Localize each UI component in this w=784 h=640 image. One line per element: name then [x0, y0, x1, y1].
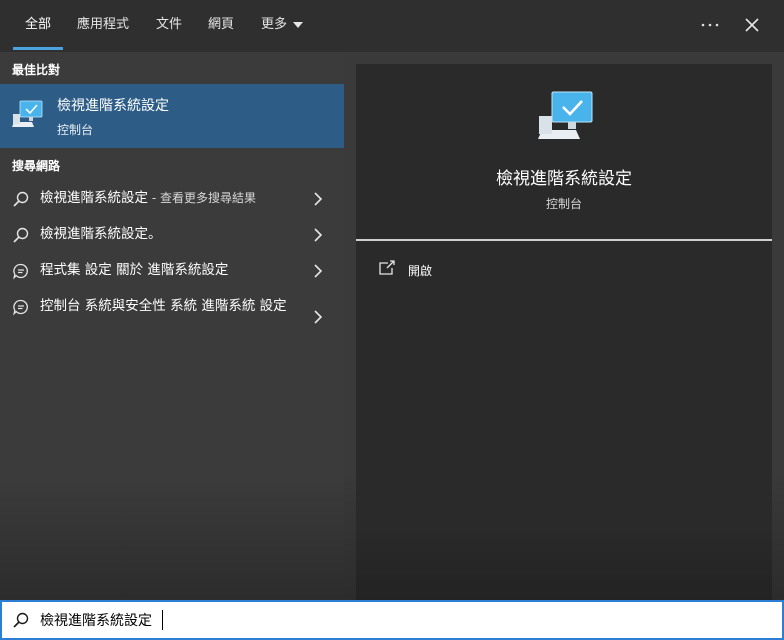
active-tab-indicator [13, 47, 63, 50]
chevron-down-icon [293, 21, 303, 28]
tab-more[interactable]: 更多 [254, 0, 310, 50]
preview-title: 檢視進階系統設定 [496, 169, 632, 189]
search-icon [13, 612, 29, 628]
tab-all-label: 全部 [24, 17, 51, 32]
tab-documents-label: 文件 [155, 17, 182, 32]
tab-bar: 全部 應用程式 文件 網頁 更多 [0, 0, 784, 52]
open-external-icon [379, 260, 395, 275]
tab-documents[interactable]: 文件 [150, 0, 188, 50]
text-cursor [162, 610, 163, 630]
preview-divider [356, 239, 772, 241]
web-result-1-suffix: - 查看更多搜尋結果 [148, 191, 256, 205]
web-result-3[interactable]: 程式集 設定 關於 進階系統設定 [0, 258, 344, 294]
preview-panel: 檢視進階系統設定 控制台 開啟 [356, 64, 772, 600]
best-match-subtitle: 控制台 [57, 123, 94, 137]
search-icon [13, 191, 29, 207]
tab-more-label: 更多 [260, 17, 287, 32]
web-search-heading: 搜尋網路 [12, 159, 61, 173]
chevron-right-icon [314, 264, 323, 278]
web-result-2[interactable]: 檢視進階系統設定。 [0, 222, 344, 258]
chat-bubble-icon [13, 263, 28, 280]
computer-settings-icon [538, 91, 593, 139]
web-result-3-text: 程式集 設定 關於 進階系統設定 [40, 262, 229, 278]
preview-subtitle: 控制台 [545, 197, 582, 211]
best-match-item[interactable]: 檢視進階系統設定 控制台 [0, 84, 344, 148]
more-options-button[interactable] [693, 8, 727, 42]
open-action-label: 開啟 [408, 264, 433, 278]
search-window: 全部 應用程式 文件 網頁 更多 最佳比對 檢視進階系統設定 控制台 搜尋網路 … [0, 0, 784, 640]
tab-apps-label: 應用程式 [76, 17, 129, 32]
chevron-right-icon [314, 310, 323, 324]
search-box[interactable] [0, 600, 784, 640]
web-result-4-text: 控制台 系統與安全性 系統 進階系統 設定 [40, 298, 287, 314]
web-result-1-text: 檢視進階系統設定 - 查看更多搜尋結果 [40, 188, 295, 208]
best-match-heading: 最佳比對 [12, 63, 61, 77]
web-result-2-text: 檢視進階系統設定。 [40, 226, 162, 242]
web-result-1-query: 檢視進階系統設定 [40, 190, 148, 206]
tab-web[interactable]: 網頁 [202, 0, 240, 50]
best-match-title: 檢視進階系統設定 [57, 98, 169, 114]
tab-web-label: 網頁 [207, 17, 234, 32]
chevron-right-icon [314, 228, 323, 242]
chat-bubble-icon [13, 299, 28, 316]
web-result-4[interactable]: 控制台 系統與安全性 系統 進階系統 設定 [0, 294, 344, 340]
results-panel: 最佳比對 檢視進階系統設定 控制台 搜尋網路 檢視進階系統設定 - 查看更多搜尋… [0, 52, 344, 600]
computer-settings-icon [12, 100, 43, 127]
search-input[interactable] [40, 606, 740, 634]
ellipsis-icon [701, 23, 719, 27]
close-icon [745, 18, 759, 32]
close-button[interactable] [735, 8, 769, 42]
tab-all[interactable]: 全部 [13, 0, 63, 50]
chevron-right-icon [314, 192, 323, 206]
web-result-1[interactable]: 檢視進階系統設定 - 查看更多搜尋結果 [0, 186, 344, 222]
search-icon [13, 227, 29, 243]
tab-apps[interactable]: 應用程式 [72, 0, 134, 50]
